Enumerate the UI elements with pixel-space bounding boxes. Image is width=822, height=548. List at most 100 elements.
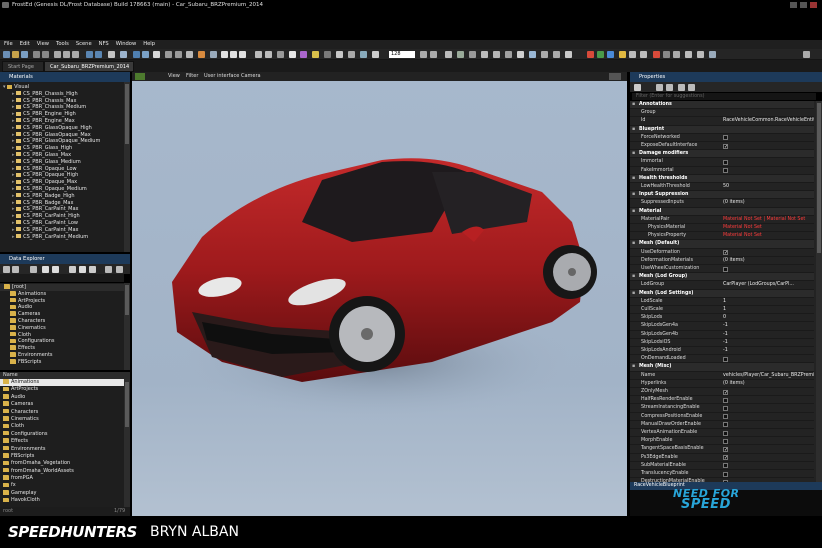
properties-scrollbar[interactable] <box>816 101 822 482</box>
sound-icon[interactable] <box>541 51 548 58</box>
material-item[interactable]: ▸ CS_PBR_Glass_Max <box>0 152 124 159</box>
property-value[interactable]: 1 <box>723 298 726 305</box>
menu-tools[interactable]: Tools <box>56 40 69 49</box>
local-space-icon[interactable] <box>255 51 262 58</box>
material-item[interactable]: ▸ CS_PBR_CarPaint_High <box>0 213 124 220</box>
property-checkbox[interactable] <box>723 397 728 403</box>
list-item[interactable]: ArtProjects <box>0 386 124 393</box>
scrollbar-thumb[interactable] <box>125 382 129 427</box>
next-icon[interactable] <box>52 266 59 273</box>
light-icon[interactable] <box>198 51 205 58</box>
network-icon[interactable] <box>673 51 680 58</box>
property-row[interactable]: UseDeformation ✓ <box>630 249 814 257</box>
explorer-list-scrollbar[interactable] <box>124 379 130 507</box>
property-section[interactable]: ▪ Damage modifiers <box>630 150 814 159</box>
property-section[interactable]: ▪ Mesh (Default) <box>630 240 814 249</box>
tree-folder[interactable]: FBScripts <box>0 359 124 366</box>
zoom-out-icon[interactable] <box>430 51 437 58</box>
property-row[interactable]: TranslucencyEnable <box>630 470 814 479</box>
tree-folder[interactable]: Cameras <box>0 311 124 318</box>
property-checkbox[interactable] <box>723 168 728 174</box>
property-row[interactable]: MaterialPair Material Not Set | Material … <box>630 216 814 224</box>
property-row[interactable]: ZOnlyMesh ✓ <box>630 388 814 397</box>
list-item[interactable]: HavokCloth <box>0 497 124 504</box>
property-section[interactable]: ▪ Annotations <box>630 101 814 110</box>
property-row[interactable]: CullScale 1 <box>630 306 814 315</box>
property-value[interactable]: -1 <box>723 339 728 346</box>
view-details-icon[interactable] <box>79 266 86 273</box>
layout-icon[interactable] <box>120 51 127 58</box>
options-icon[interactable] <box>803 51 810 58</box>
property-row[interactable]: Immortal <box>630 158 814 167</box>
menu-edit[interactable]: Edit <box>20 40 30 49</box>
cut-icon[interactable] <box>54 51 61 58</box>
settings-icon[interactable] <box>629 51 636 58</box>
list-column-header[interactable]: Name <box>0 372 130 379</box>
shield-icon[interactable] <box>133 51 140 58</box>
tree-folder[interactable]: ArtProjects <box>0 298 124 305</box>
save-icon[interactable] <box>21 51 28 58</box>
property-row[interactable]: CompressPositionsEnable <box>630 413 814 421</box>
property-value[interactable]: -1 <box>723 322 728 329</box>
physics-icon[interactable] <box>517 51 524 58</box>
profile-icon[interactable] <box>663 51 670 58</box>
sync-icon[interactable] <box>607 51 614 58</box>
scrollbar-thumb[interactable] <box>125 84 129 144</box>
property-value[interactable]: 0 <box>723 314 726 321</box>
property-checkbox[interactable] <box>723 438 728 444</box>
volume-icon[interactable] <box>505 51 512 58</box>
tree-folder[interactable]: Cloth <box>0 332 124 339</box>
3d-viewport[interactable] <box>132 72 627 516</box>
scrollbar-thumb[interactable] <box>125 285 129 315</box>
tree-root-visual[interactable]: ▾ Visual <box>0 84 124 91</box>
material-item[interactable]: ▸ CS_PBR_Badge_High <box>0 193 124 200</box>
property-row[interactable]: Name vehicles/Player/Car_Subaru_BRZPremiu <box>630 372 814 380</box>
rotate-icon[interactable] <box>230 51 237 58</box>
build-icon[interactable] <box>108 51 115 58</box>
open-icon[interactable] <box>12 51 19 58</box>
cursor-icon[interactable] <box>360 51 367 58</box>
property-section[interactable]: ▪ Health thresholds <box>630 174 814 183</box>
material-item[interactable]: ▸ CS_PBR_Opaque_Medium <box>0 186 124 193</box>
tree-folder[interactable]: Audio <box>0 304 124 311</box>
list-item[interactable]: Cameras <box>0 401 124 408</box>
add-icon[interactable] <box>42 266 49 273</box>
list-item[interactable]: fromPGA <box>0 475 124 482</box>
material-item[interactable]: ▸ CS_PBR_CarPaint_Max <box>0 206 124 213</box>
material-item[interactable]: ▸ CS_PBR_Opaque_Low <box>0 166 124 173</box>
property-checkbox[interactable]: ✓ <box>723 455 728 461</box>
property-checkbox[interactable] <box>723 356 728 362</box>
property-row[interactable]: Group <box>630 109 814 118</box>
warning-icon[interactable] <box>619 51 626 58</box>
material-item[interactable]: ▸ CS_PBR_Engine_Max <box>0 118 124 125</box>
property-section[interactable]: ▪ Mesh (Misc) <box>630 363 814 372</box>
pause-icon[interactable] <box>95 51 102 58</box>
property-row[interactable]: SubMaterialEnable <box>630 462 814 470</box>
list-item[interactable]: Gameplay <box>0 490 124 497</box>
sphere-icon[interactable] <box>457 51 464 58</box>
list-item[interactable]: Cinematics <box>0 416 124 423</box>
property-value[interactable]: Material Not Set <box>723 224 762 231</box>
viewport-menu-user-interface[interactable]: User interface <box>204 73 239 80</box>
property-value[interactable]: (0 items) <box>723 257 745 264</box>
material-item[interactable]: ▸ CS_PBR_Chassis_High <box>0 91 124 98</box>
property-value[interactable]: Material Not Set | Material Not Set <box>723 216 805 223</box>
world-space-icon[interactable] <box>265 51 272 58</box>
property-value[interactable]: 50 <box>723 183 729 190</box>
back-icon[interactable] <box>3 266 10 273</box>
property-row[interactable]: HalfResRenderEnable <box>630 396 814 405</box>
expand-icon[interactable] <box>688 84 695 91</box>
property-value[interactable]: CarPlayer (LodGroups/CarPl... <box>723 281 794 288</box>
property-checkbox[interactable] <box>723 422 728 428</box>
wireframe-icon[interactable] <box>336 51 343 58</box>
property-checkbox[interactable] <box>723 405 728 411</box>
zoom-field[interactable]: 128 <box>389 51 415 58</box>
property-checkbox[interactable] <box>723 463 728 469</box>
property-row[interactable]: SkipLodsGen4a -1 <box>630 322 814 331</box>
bounds-icon[interactable] <box>348 51 355 58</box>
sort-icon[interactable] <box>678 84 685 91</box>
list-item[interactable]: Characters <box>0 409 124 416</box>
paste-icon[interactable] <box>666 84 673 91</box>
property-row[interactable]: StreamInstancingEnable <box>630 404 814 413</box>
terrain-icon[interactable] <box>324 51 331 58</box>
